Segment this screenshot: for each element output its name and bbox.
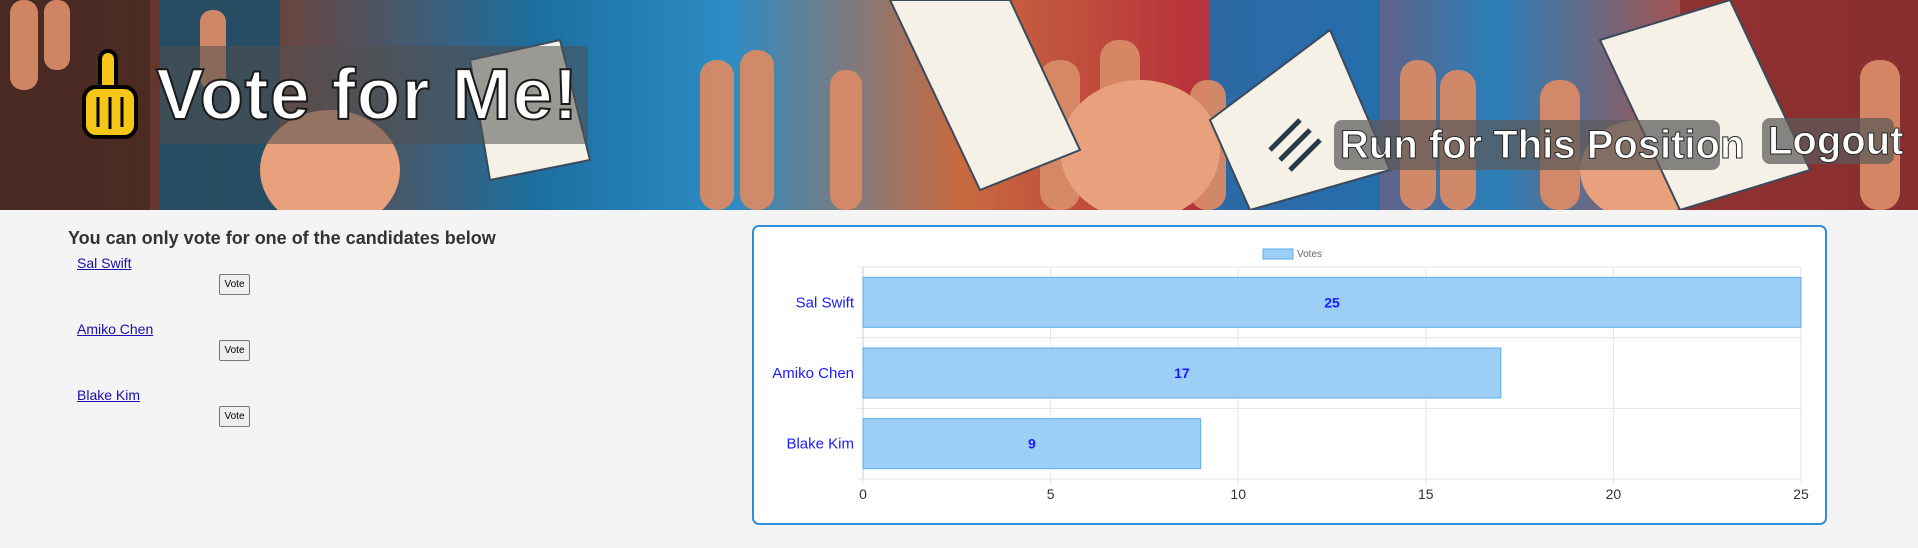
run-for-position-link[interactable]: Run for This Position [1334,120,1745,170]
candidate-item: Amiko Chen Vote [68,321,668,387]
voting-panel: You can only vote for one of the candida… [68,228,668,453]
y-tick-label: Blake Kim [786,436,854,453]
vote-button-amiko-chen[interactable]: Vote [219,340,250,361]
x-tick-label: 15 [1418,486,1434,502]
votes-bar-chart: Votes 25 Sal Swift 17 Amiko Chen 9 Blake Kim 0 5… [772,248,1809,502]
candidate-item: Sal Swift Vote [68,255,668,321]
candidate-item: Blake Kim Vote [68,387,668,453]
bar-value-label: 17 [1174,365,1190,381]
logout-link[interactable]: Logout [1762,118,1904,164]
x-tick-label: 5 [1047,486,1055,502]
votes-chart-card: Votes 25 Sal Swift 17 Amiko Chen 9 Blake Kim 0 5… [752,225,1827,525]
bar-value-label: 9 [1028,436,1036,452]
candidate-link-amiko-chen[interactable]: Amiko Chen [77,321,153,337]
x-tick-label: 20 [1606,486,1622,502]
page-title: Vote for Me! [155,54,579,136]
vote-button-blake-kim[interactable]: Vote [219,406,250,427]
candidate-link-blake-kim[interactable]: Blake Kim [77,387,140,403]
candidate-link-sal-swift[interactable]: Sal Swift [77,255,131,271]
header-banner: Vote for Me! Run for This Position Logou… [0,0,1918,210]
y-tick-label: Sal Swift [796,294,855,311]
bar-value-label: 25 [1324,294,1340,310]
x-tick-label: 0 [859,486,867,502]
site-logo: Vote for Me! [80,46,590,144]
legend-swatch [1262,248,1294,260]
y-tick-label: Amiko Chen [772,365,854,382]
voting-instruction: You can only vote for one of the candida… [68,228,496,248]
vote-button-sal-swift[interactable]: Vote [219,274,250,295]
legend-label: Votes [1297,249,1322,260]
x-tick-label: 25 [1793,486,1809,502]
pointing-hand-icon [82,49,138,139]
x-tick-label: 10 [1230,486,1246,502]
